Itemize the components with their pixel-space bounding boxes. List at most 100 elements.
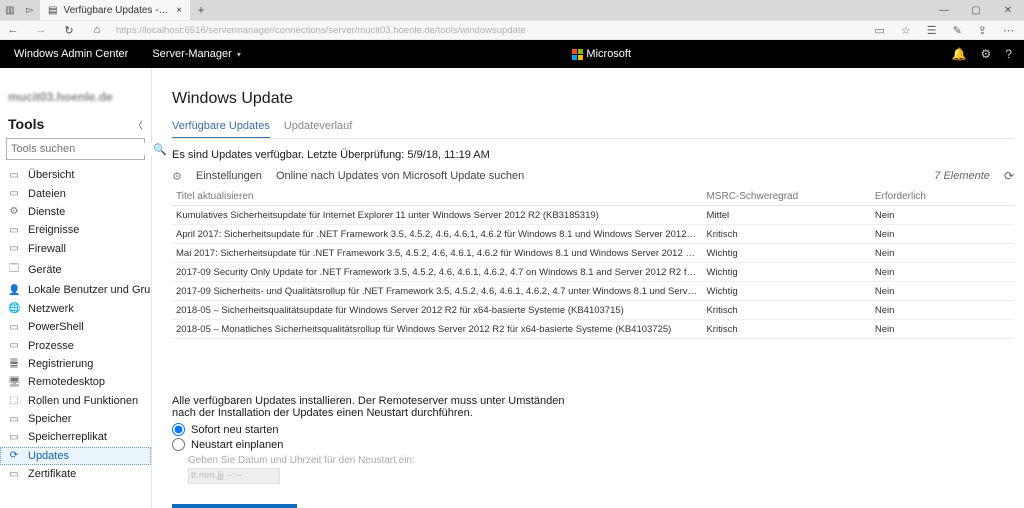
- tab-favicon: ▤: [48, 5, 57, 16]
- sidebar-item[interactable]: 🌐Netzwerk: [0, 300, 151, 318]
- window-minimize-button[interactable]: —: [928, 0, 960, 20]
- sidebar-item[interactable]: ⬚Rollen und Funktionen: [0, 392, 151, 410]
- sidebar-item[interactable]: ⟳Updates: [0, 447, 151, 465]
- sidebar-item[interactable]: ⚙Dienste: [0, 203, 151, 221]
- chevron-down-icon[interactable]: ▾: [237, 50, 241, 59]
- nav-reload-icon[interactable]: ↻: [60, 24, 78, 37]
- main-panel: Windows Update Verfügbare Updates Updatev…: [152, 68, 1024, 508]
- table-row[interactable]: 2018-05 – Sicherheitsqualitätsupdate für…: [172, 301, 1014, 320]
- window-maximize-button[interactable]: ▢: [960, 0, 992, 20]
- table-cell-required: Nein: [871, 225, 1014, 244]
- table-cell-title: 2018-05 – Sicherheitsqualitätsupdate für…: [172, 301, 702, 320]
- settings-command[interactable]: Einstellungen: [196, 170, 262, 182]
- sidebar-item-label: Zertifikate: [28, 468, 76, 480]
- sidebar-search-input[interactable]: [11, 143, 153, 155]
- breadcrumb-label[interactable]: Server-Manager: [152, 48, 231, 60]
- header-center-logo: Microsoft: [251, 48, 952, 60]
- table-cell-severity: Kritisch: [702, 301, 870, 320]
- browser-address-bar: ← → ↻ ⌂ https://localhost:6516/serverman…: [0, 20, 1024, 40]
- sidebar-item[interactable]: 👤Lokale Benutzer und Gruppen: [0, 281, 151, 299]
- col-required[interactable]: Erforderlich: [871, 187, 1014, 206]
- new-tab-button[interactable]: +: [190, 0, 212, 20]
- sidebar-search[interactable]: 🔍: [6, 138, 145, 160]
- table-row[interactable]: Mai 2017: Sicherheitsupdate für .NET Fra…: [172, 244, 1014, 263]
- sidebar-item[interactable]: ▭Firewall: [0, 240, 151, 258]
- table-row[interactable]: 2018-05 – Monatliches Sicherheitsqualitä…: [172, 320, 1014, 339]
- gear-icon: ⚙: [172, 170, 182, 183]
- table-cell-required: Nein: [871, 206, 1014, 225]
- tools-sidebar: mucit03.hoenle.de Tools 〈 🔍 ▭Übersicht▭D…: [0, 68, 152, 508]
- nav-back-icon[interactable]: ←: [4, 24, 22, 36]
- table-cell-required: Nein: [871, 263, 1014, 282]
- nav-home-icon[interactable]: ⌂: [88, 24, 106, 36]
- page-tabs: Verfügbare Updates Updateverlauf: [172, 120, 1014, 139]
- tab[interactable]: Updateverlauf: [284, 120, 353, 138]
- url-field[interactable]: https://localhost:6516/servermanager/con…: [116, 25, 858, 36]
- col-severity[interactable]: MSRC-Schweregrad: [702, 187, 870, 206]
- table-row[interactable]: 2017-09 Security Only Update for .NET Fr…: [172, 263, 1014, 282]
- sidebar-item[interactable]: ▭Ereignisse: [0, 221, 151, 239]
- set-aside-tabs-icon[interactable]: ▻: [20, 0, 40, 20]
- sidebar-item[interactable]: ▭Prozesse: [0, 336, 151, 354]
- sidebar-item[interactable]: ▭Dateien: [0, 184, 151, 202]
- table-row[interactable]: 2017-09 Sicherheits- und Qualitätsrollup…: [172, 282, 1014, 301]
- browser-tab[interactable]: ▤ Verfügbare Updates - U… ×: [40, 0, 190, 20]
- help-icon[interactable]: ?: [1005, 47, 1012, 61]
- sidebar-item-icon: ⚙: [8, 206, 20, 217]
- install-block: Alle verfügbaren Updates installieren. D…: [172, 395, 572, 508]
- table-cell-title: Kumulatives Sicherheitsupdate für Intern…: [172, 206, 702, 225]
- page-title: Windows Update: [172, 90, 1014, 108]
- table-cell-severity: Wichtig: [702, 244, 870, 263]
- tab[interactable]: Verfügbare Updates: [172, 120, 270, 138]
- item-count: 7 Elemente: [934, 170, 990, 182]
- sidebar-item-label: PowerShell: [28, 321, 84, 333]
- sidebar-item-label: Ereignisse: [28, 224, 79, 236]
- window-close-button[interactable]: ✕: [992, 0, 1024, 20]
- table-cell-required: Nein: [871, 282, 1014, 301]
- sidebar-item[interactable]: ▭PowerShell: [0, 318, 151, 336]
- sidebar-item-label: Prozesse: [28, 340, 74, 352]
- sidebar-item-label: Firewall: [28, 243, 66, 255]
- sidebar-item[interactable]: ▭Speicher: [0, 410, 151, 428]
- restart-schedule-radio[interactable]: [172, 438, 185, 451]
- table-cell-severity: Mittel: [702, 206, 870, 225]
- more-icon[interactable]: ⋯: [1003, 24, 1014, 37]
- close-tab-icon[interactable]: ×: [176, 5, 182, 16]
- sidebar-item[interactable]: 🗔Geräte: [0, 258, 151, 281]
- sidebar-item-icon: ▭: [8, 469, 20, 480]
- search-online-command[interactable]: Online nach Updates von Microsoft Update…: [276, 170, 524, 182]
- install-updates-button[interactable]: Updates installieren: [172, 504, 297, 508]
- sidebar-item-label: Remotedesktop: [28, 376, 105, 388]
- settings-icon[interactable]: ⚙: [981, 47, 992, 61]
- restart-schedule-option[interactable]: Neustart einplanen: [172, 438, 572, 451]
- table-row[interactable]: April 2017: Sicherheitsupdate für .NET F…: [172, 225, 1014, 244]
- sidebar-item[interactable]: ▭Speicherreplikat: [0, 428, 151, 446]
- restart-now-option[interactable]: Sofort neu starten: [172, 423, 572, 436]
- table-cell-required: Nein: [871, 320, 1014, 339]
- favorite-icon[interactable]: ☆: [901, 24, 911, 37]
- sidebar-item[interactable]: ▭Übersicht: [0, 166, 151, 184]
- table-cell-severity: Wichtig: [702, 282, 870, 301]
- col-title[interactable]: Titel aktualisieren: [172, 187, 702, 206]
- sidebar-item[interactable]: ䷀Registrierung: [0, 355, 151, 373]
- table-cell-title: Mai 2017: Sicherheitsupdate für .NET Fra…: [172, 244, 702, 263]
- refresh-icon[interactable]: ⟳: [1004, 169, 1014, 183]
- server-name: mucit03.hoenle.de: [0, 90, 151, 114]
- share-icon[interactable]: ⇪: [978, 24, 987, 37]
- table-row[interactable]: Kumulatives Sicherheitsupdate für Intern…: [172, 206, 1014, 225]
- sidebar-item[interactable]: ▭ Zertifikate: [0, 465, 151, 483]
- notes-icon[interactable]: ✎: [953, 24, 962, 37]
- sidebar-collapse-icon[interactable]: 〈: [133, 117, 143, 132]
- sidebar-item-icon: 🗔: [8, 261, 20, 278]
- hub-icon[interactable]: ☰: [927, 24, 937, 37]
- restart-now-radio[interactable]: [172, 423, 185, 436]
- notifications-icon[interactable]: 🔔: [952, 47, 967, 61]
- sidebar-item-label: Lokale Benutzer und Gruppen: [28, 284, 151, 296]
- browser-tabstrip: ▥ ▻ ▤ Verfügbare Updates - U… × + — ▢ ✕: [0, 0, 1024, 20]
- tabs-overview-icon[interactable]: ▥: [0, 0, 20, 20]
- sidebar-item[interactable]: 🖥Remotedesktop: [0, 373, 151, 391]
- sidebar-item-icon: ▭: [8, 432, 20, 443]
- reading-view-icon[interactable]: ▭: [874, 24, 884, 37]
- sidebar-item-icon: ䷀: [8, 358, 20, 369]
- app-brand[interactable]: Windows Admin Center: [0, 48, 142, 60]
